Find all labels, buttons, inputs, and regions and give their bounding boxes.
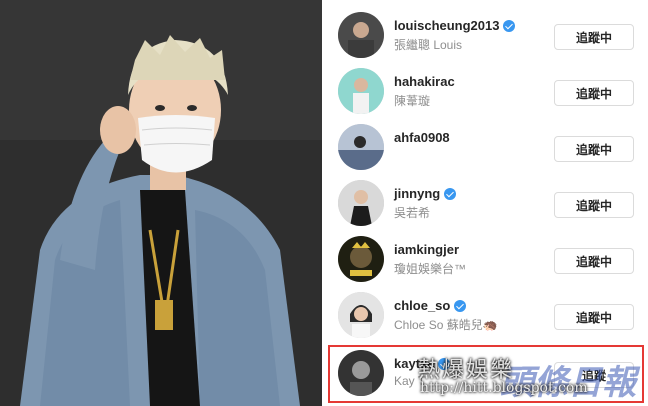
following-button[interactable]: 追蹤中 [554,24,634,50]
celebrity-photo [0,0,322,406]
username[interactable]: louischeung2013 [394,18,516,33]
full-name: Chloe So 蘇皓兒🦔 [394,318,498,332]
avatar[interactable] [338,68,384,114]
avatar[interactable] [338,292,384,338]
following-button[interactable]: 追蹤中 [554,304,634,330]
verified-badge-icon [454,299,467,312]
list-item[interactable]: jinnyng 吳若希 追蹤中 [326,176,648,232]
full-name: 瓊姐娛樂台™ [394,262,467,276]
following-button[interactable]: 追蹤中 [554,248,634,274]
username[interactable]: hahakirac [394,74,455,89]
list-item[interactable]: iamkingjer 瓊姐娛樂台™ 追蹤中 [326,232,648,288]
following-list: louischeung2013 張繼聰 Louis 追蹤中 hahakirac … [326,0,648,406]
username[interactable]: chloe_so [394,298,467,313]
avatar[interactable] [338,180,384,226]
verified-badge-icon [503,19,516,32]
avatar[interactable] [338,236,384,282]
verified-badge-icon [444,187,457,200]
full-name: 吳若希 [394,206,431,220]
avatar[interactable] [338,12,384,58]
username[interactable]: ahfa0908 [394,130,450,145]
list-item[interactable]: chloe_so Chloe So 蘇皓兒🦔 追蹤中 [326,288,648,344]
avatar[interactable] [338,350,384,396]
following-button[interactable]: 追蹤中 [554,136,634,162]
list-item[interactable]: hahakirac 陳葦璇 追蹤中 [326,64,648,120]
following-button[interactable]: 追蹤中 [554,80,634,106]
watermark-url: http://hitt.blogspot.com [420,380,588,396]
avatar[interactable] [338,124,384,170]
username[interactable]: iamkingjer [394,242,459,257]
following-button[interactable]: 追蹤中 [554,192,634,218]
list-item[interactable]: ahfa0908 追蹤中 [326,120,648,176]
full-name: 陳葦璇 [394,94,431,108]
full-name: 張繼聰 Louis [394,38,463,52]
list-item[interactable]: louischeung2013 張繼聰 Louis 追蹤中 [326,8,648,64]
username[interactable]: jinnyng [394,186,457,201]
